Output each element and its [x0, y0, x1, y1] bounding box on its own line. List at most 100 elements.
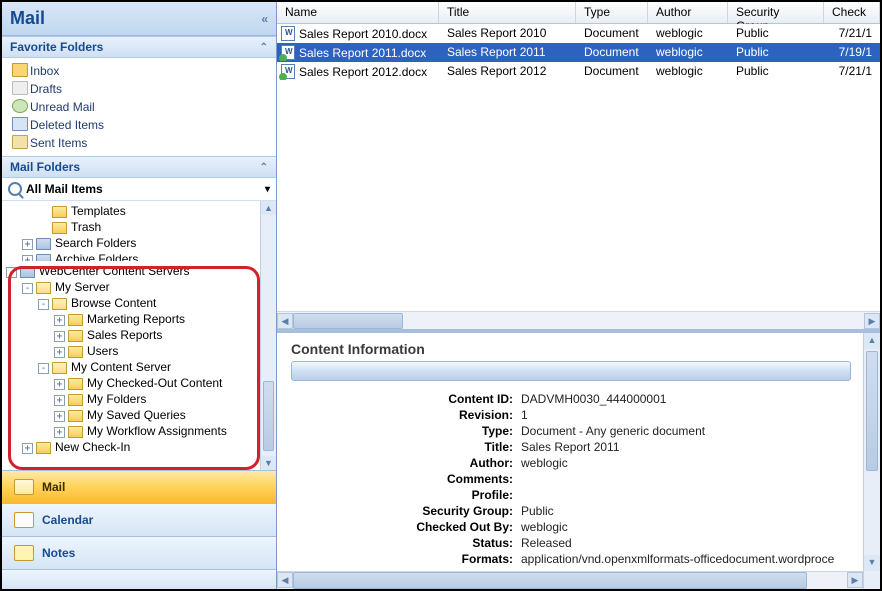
tree-node[interactable]: - My Server	[2, 279, 260, 295]
scroll-up-icon[interactable]: ▲	[261, 201, 276, 215]
expand-icon[interactable]: +	[54, 347, 65, 358]
tree-scrollbar[interactable]: ▲ ▼	[260, 201, 276, 470]
tree-label: My Saved Queries	[87, 408, 186, 422]
tree-node[interactable]: +Search Folders	[2, 235, 260, 251]
column-header[interactable]: Name	[277, 2, 439, 23]
favorite-deleted[interactable]: Deleted Items	[8, 116, 270, 134]
scroll-left-icon[interactable]: ◀	[277, 572, 293, 588]
detail-field: Formats:application/vnd.openxmlformats-o…	[291, 551, 851, 567]
column-header[interactable]: Title	[439, 2, 576, 23]
column-header[interactable]: Author	[648, 2, 728, 23]
tree-node[interactable]: +Users	[2, 343, 260, 359]
grid-body: Sales Report 2010.docxSales Report 2010D…	[277, 24, 880, 311]
detail-field: Revision:1	[291, 407, 851, 423]
expand-icon[interactable]: +	[54, 395, 65, 406]
favorite-unread[interactable]: Unread Mail	[8, 98, 270, 116]
favorite-sent[interactable]: Sent Items	[8, 134, 270, 152]
tree-label: My Checked-Out Content	[87, 376, 222, 390]
detail-vscrollbar[interactable]: ▲ ▼	[863, 333, 880, 589]
tree-node[interactable]: +Marketing Reports	[2, 311, 260, 327]
expand-icon[interactable]: +	[54, 427, 65, 438]
field-label: Author:	[291, 456, 521, 470]
cell-name: Sales Report 2011.docx	[277, 44, 439, 61]
scroll-down-icon[interactable]: ▼	[261, 456, 276, 470]
nav-label: Calendar	[42, 513, 93, 527]
dropdown-arrow-icon[interactable]: ▾	[265, 184, 270, 195]
detail-field: Security Group:Public	[291, 503, 851, 519]
scroll-track[interactable]	[293, 313, 864, 329]
tree-node[interactable]: -Browse Content	[2, 295, 260, 311]
detail-field: Author:weblogic	[291, 455, 851, 471]
section-favorite-folders[interactable]: Favorite Folders ⌃	[2, 36, 276, 58]
expand-icon[interactable]: +	[22, 255, 33, 261]
expand-icon[interactable]: +	[22, 443, 33, 454]
tree-spacer	[38, 220, 49, 231]
tree-node[interactable]: -My Content Server	[2, 359, 260, 375]
tree-node[interactable]: + My Saved Queries	[2, 407, 260, 423]
notes-icon	[14, 545, 34, 561]
tree-label: My Workflow Assignments	[87, 424, 227, 438]
tree-node[interactable]: + New Check-In	[2, 439, 260, 455]
column-header[interactable]: Security Group	[728, 2, 824, 23]
field-label: Content ID:	[291, 392, 521, 406]
tree-node[interactable]: Templates	[2, 203, 260, 219]
field-label: Checked Out By:	[291, 520, 521, 534]
expand-icon[interactable]: +	[22, 239, 33, 250]
detail-field: Comments:	[291, 471, 851, 487]
all-mail-items[interactable]: All Mail Items ▾	[2, 178, 276, 201]
column-header[interactable]: Check	[824, 2, 880, 23]
detail-toolbar[interactable]	[291, 361, 851, 381]
document-icon	[281, 45, 295, 60]
tree-node[interactable]: -WebCenter Content Servers	[2, 263, 260, 279]
collapse-icon[interactable]: -	[38, 363, 49, 374]
scroll-thumb[interactable]	[293, 313, 403, 329]
nav-notes-button[interactable]: Notes	[2, 536, 276, 569]
cell-checked: 7/19/1	[824, 44, 880, 61]
cell-type: Document	[576, 44, 648, 61]
tree-node[interactable]: + My Workflow Assignments	[2, 423, 260, 439]
scroll-thumb[interactable]	[263, 381, 274, 451]
detail-heading: Content Information	[291, 341, 851, 357]
section-mail-folders[interactable]: Mail Folders ⌃	[2, 156, 276, 178]
tree-label: My Server	[55, 280, 110, 294]
tree-node[interactable]: Trash	[2, 219, 260, 235]
scroll-down-icon[interactable]: ▼	[864, 555, 880, 571]
scroll-left-icon[interactable]: ◀	[277, 313, 293, 329]
collapse-icon[interactable]: «	[261, 12, 266, 26]
detail-hscrollbar[interactable]: ◀ ▶	[277, 571, 863, 589]
tree-label: New Check-In	[55, 440, 130, 454]
nav-mail-button[interactable]: Mail	[2, 470, 276, 503]
column-header[interactable]: Type	[576, 2, 648, 23]
tree-node[interactable]: + My Checked-Out Content	[2, 375, 260, 391]
grid-hscrollbar[interactable]: ◀ ▶	[277, 311, 880, 329]
scroll-thumb[interactable]	[866, 351, 878, 471]
favorite-inbox[interactable]: Inbox	[8, 62, 270, 80]
field-value: weblogic	[521, 456, 851, 470]
scroll-thumb[interactable]	[293, 572, 807, 589]
table-row[interactable]: Sales Report 2012.docxSales Report 2012D…	[277, 62, 880, 81]
cell-type: Document	[576, 63, 648, 80]
expand-icon[interactable]: +	[54, 331, 65, 342]
favorite-drafts[interactable]: Drafts	[8, 80, 270, 98]
scroll-up-icon[interactable]: ▲	[864, 333, 880, 349]
cell-type: Document	[576, 25, 648, 42]
tree-node[interactable]: +My Folders	[2, 391, 260, 407]
expand-icon[interactable]: +	[54, 315, 65, 326]
expand-icon[interactable]: +	[54, 411, 65, 422]
nav-cal-button[interactable]: Calendar	[2, 503, 276, 536]
folder-icon	[36, 238, 51, 250]
collapse-icon[interactable]: -	[6, 267, 17, 278]
scroll-track[interactable]	[293, 572, 847, 589]
collapse-icon[interactable]: -	[22, 283, 33, 294]
tree-node[interactable]: +Archive Folders	[2, 251, 260, 261]
field-value: Released	[521, 536, 851, 550]
scroll-right-icon[interactable]: ▶	[864, 313, 880, 329]
tree-node[interactable]: +Sales Reports	[2, 327, 260, 343]
folder-icon	[36, 254, 51, 261]
expand-icon[interactable]: +	[54, 379, 65, 390]
collapse-icon[interactable]: -	[38, 299, 49, 310]
table-row[interactable]: Sales Report 2011.docxSales Report 2011D…	[277, 43, 880, 62]
table-row[interactable]: Sales Report 2010.docxSales Report 2010D…	[277, 24, 880, 43]
scroll-right-icon[interactable]: ▶	[847, 572, 863, 588]
cell-title: Sales Report 2011	[439, 44, 576, 61]
